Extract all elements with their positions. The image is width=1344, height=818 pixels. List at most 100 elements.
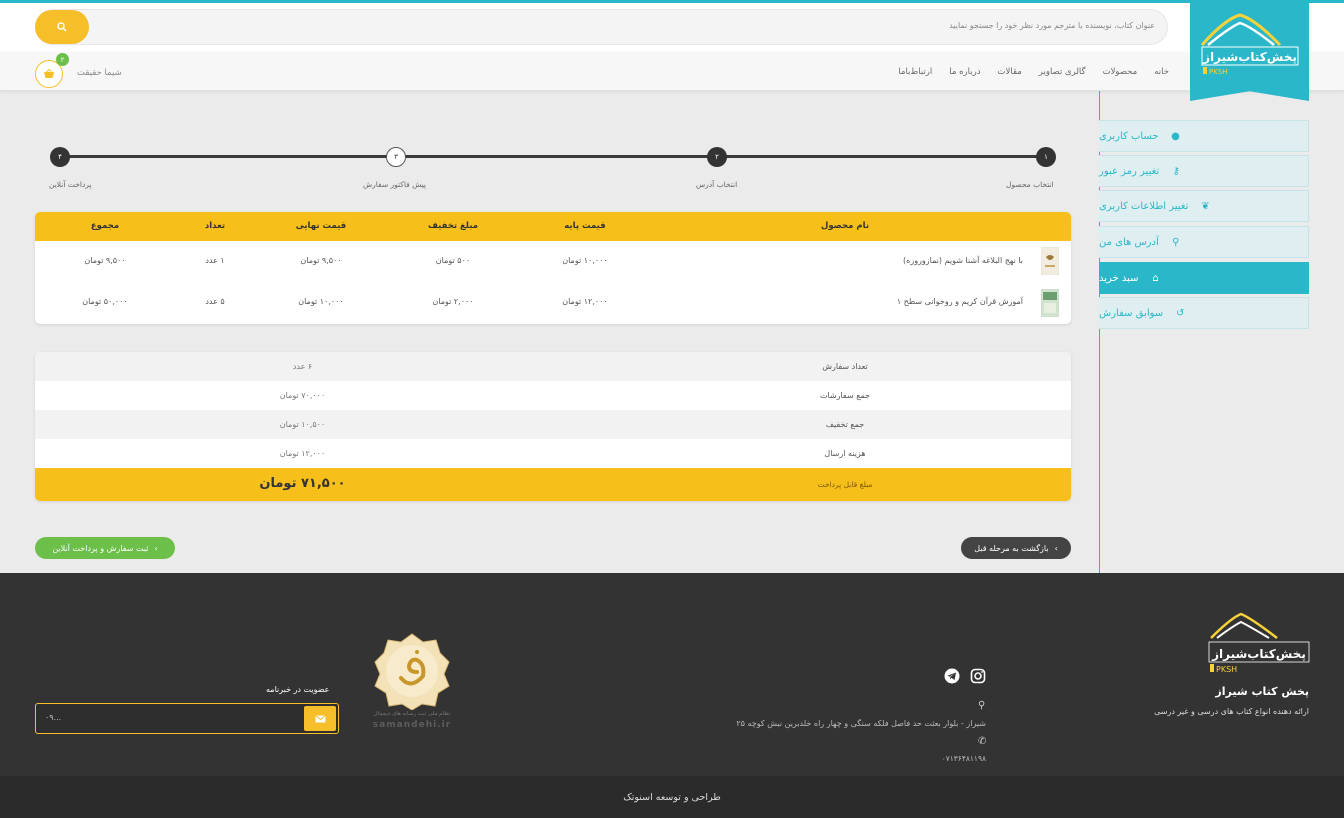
chevron-right-icon: › (154, 543, 158, 553)
envelope-icon (314, 714, 326, 722)
newsletter-submit-button[interactable] (304, 706, 336, 731)
location-icon: ⚲ (978, 700, 986, 711)
developer-credit[interactable]: طراحی و توسعه اسنوتک (0, 792, 1344, 803)
step-1-label: انتخاب محصول (1006, 180, 1054, 189)
search-placeholder: عنوان کتاب، نویسنده یا مترجم مورد نظر خو… (949, 21, 1155, 30)
sidebar-item-label: سوابق سفارش (1099, 307, 1164, 319)
footer-company-name: پخش کتاب شیراز (1215, 685, 1309, 698)
row-product-name[interactable]: آموزش قرآن کریم و روخوانی سطح ۱ (897, 297, 1023, 306)
payable-label: مبلغ قابل پرداخت (817, 480, 873, 489)
sidebar-item-label: آدرس های من (1099, 236, 1159, 248)
svg-text:PKSH: PKSH (1209, 68, 1228, 76)
step-3-label: پیش فاکتور سفارش (363, 180, 427, 189)
step-3-dot: ۳ (386, 147, 406, 167)
sidebar-item-account[interactable]: ● حساب کاربری (1099, 120, 1309, 152)
sidebar-item-label: حساب کاربری (1099, 130, 1159, 142)
row-total: ۹,۵۰۰ تومان (84, 256, 126, 265)
nav-contact[interactable]: ارتباط‌باما (898, 67, 932, 77)
instagram-icon[interactable] (970, 668, 986, 684)
summary-row: جمع تخفیف ۱۰,۵۰۰ تومان (35, 410, 1071, 439)
nav-articles[interactable]: مقالات (998, 67, 1022, 77)
footer-logo: پخش‌کتاب‌شیراز PKSH (1208, 612, 1310, 674)
col-name: نام محصول (820, 221, 870, 231)
footer-phone[interactable]: ۰۷۱۳۶۴۸۱۱۹۸ (942, 754, 986, 763)
svg-text:پخش‌کتاب‌شیراز: پخش‌کتاب‌شیراز (1211, 647, 1306, 661)
user-icon: ● (1171, 130, 1180, 142)
step-2-label: انتخاب آدرس (696, 180, 738, 189)
svg-text:PKSH: PKSH (1216, 665, 1237, 674)
search-button[interactable] (35, 10, 89, 44)
summary-value: ۷۰,۰۰۰ تومان (279, 391, 326, 400)
sidebar-item-label: تغییر اطلاعات کاربری (1099, 200, 1189, 212)
table-row: آموزش قرآن کریم و روخوانی سطح ۱ ۱۲,۰۰۰ ت… (35, 282, 1071, 324)
leaf-icon: ❦ (1201, 200, 1210, 212)
samandehi-seal[interactable] (373, 632, 451, 710)
progress-line (60, 155, 1046, 158)
payable-amount: ۷۱,۵۰۰ تومان (259, 476, 346, 491)
col-base-price: قیمت پایه (564, 221, 606, 231)
chevron-right-icon: › (1054, 543, 1058, 553)
sidebar-item-label: سبد خرید (1099, 272, 1139, 284)
basket-icon (44, 69, 54, 78)
key-icon: ⚷ (1172, 165, 1180, 177)
row-final-price: ۹,۵۰۰ تومان (300, 256, 342, 265)
newsletter-label: عضویت در خبرنامه (266, 685, 330, 694)
book-thumbnail[interactable] (1041, 289, 1059, 317)
col-qty: تعداد (204, 221, 226, 231)
summary-row: جمع سفارشات ۷۰,۰۰۰ تومان (35, 381, 1071, 410)
seal-caption: نظام ملی ثبت رسانه های دیجیتال (373, 711, 451, 717)
row-base-price: ۱۲,۰۰۰ تومان (562, 297, 608, 306)
row-base-price: ۱۰,۰۰۰ تومان (562, 256, 608, 265)
row-discount: ۲,۰۰۰ تومان (432, 297, 474, 306)
nav-gallery[interactable]: گالری تصاویر (1039, 67, 1086, 77)
row-total: ۵۰,۰۰۰ تومان (82, 297, 128, 306)
payable-row: مبلغ قابل پرداخت ۷۱,۵۰۰ تومان (35, 468, 1071, 501)
book-thumbnail[interactable] (1041, 247, 1059, 275)
back-button[interactable]: › بازگشت به مرحله قبل (961, 537, 1071, 559)
basket-icon: ⌂ (1152, 272, 1159, 284)
footer-address: شیراز - بلوار بعثت حد فاصل فلکه سنگی و چ… (736, 719, 986, 728)
nav-about[interactable]: درباره ما (949, 67, 980, 77)
telegram-icon[interactable] (944, 668, 960, 684)
row-discount: ۵۰۰ تومان (435, 256, 471, 265)
col-discount: مبلغ تخفیف (428, 221, 478, 231)
summary-value: ۶ عدد (292, 362, 313, 371)
submit-order-label: ثبت سفارش و پرداخت آنلاین (52, 543, 149, 553)
row-qty: ۱ عدد (205, 256, 225, 265)
summary-value: ۱۲,۰۰۰ تومان (279, 449, 326, 458)
location-icon: ⚲ (1172, 236, 1180, 248)
col-final-price: قیمت نهایی (295, 221, 347, 231)
step-4-dot: ۴ (50, 147, 70, 167)
invoice-table: نام محصول قیمت پایه مبلغ تخفیف قیمت نهای… (35, 212, 1071, 324)
cart-count-badge: ۲ (56, 53, 69, 66)
newsletter-input[interactable] (35, 703, 339, 734)
sidebar-item-label: تغییر رمز عبور (1099, 165, 1160, 177)
sidebar-item-order-history[interactable]: ↺ سوابق سفارش (1099, 297, 1309, 329)
nav-home[interactable]: خانه (1154, 67, 1169, 77)
seal-domain: samandehi.ir (372, 720, 452, 730)
sidebar-item-change-password[interactable]: ⚷ تغییر رمز عبور (1099, 155, 1309, 187)
row-product-name[interactable]: با نهج البلاغه آشنا شویم (نمازوروزه) (903, 256, 1023, 265)
summary-label: جمع تخفیف (825, 420, 865, 429)
submit-order-button[interactable]: › ثبت سفارش و پرداخت آنلاین (35, 537, 175, 559)
site-logo[interactable]: پخش‌کتاب‌شیراز PKSH (1190, 3, 1309, 101)
row-qty: ۵ عدد (205, 297, 225, 306)
user-name[interactable]: شیما حقیقت (77, 68, 122, 78)
search-icon (57, 22, 67, 32)
nav-products[interactable]: محصولات (1103, 67, 1138, 77)
sidebar-item-edit-info[interactable]: ❦ تغییر اطلاعات کاربری (1099, 190, 1309, 222)
summary-label: جمع سفارشات (819, 391, 871, 400)
logo-graphic: پخش‌کتاب‌شیراز PKSH (1200, 13, 1299, 76)
step-2-dot: ۲ (707, 147, 727, 167)
table-row: با نهج البلاغه آشنا شویم (نمازوروزه) ۱۰,… (35, 241, 1071, 282)
sidebar-item-cart[interactable]: ⌂ سبد خرید (1099, 262, 1309, 294)
history-icon: ↺ (1175, 307, 1185, 319)
footer (0, 573, 1344, 776)
sidebar-item-addresses[interactable]: ⚲ آدرس های من (1099, 226, 1309, 258)
summary-row: هزینه ارسال ۱۲,۰۰۰ تومان (35, 439, 1071, 468)
footer-tagline: ارائه دهنده انواع کتاب های درسی و غیر در… (1154, 707, 1309, 716)
summary-label: تعداد سفارش (822, 362, 868, 371)
order-summary: تعداد سفارش ۶ عدد جمع سفارشات ۷۰,۰۰۰ توم… (35, 352, 1071, 501)
phone-icon: ✆ (978, 736, 987, 747)
step-1-dot: ۱ (1036, 147, 1056, 167)
